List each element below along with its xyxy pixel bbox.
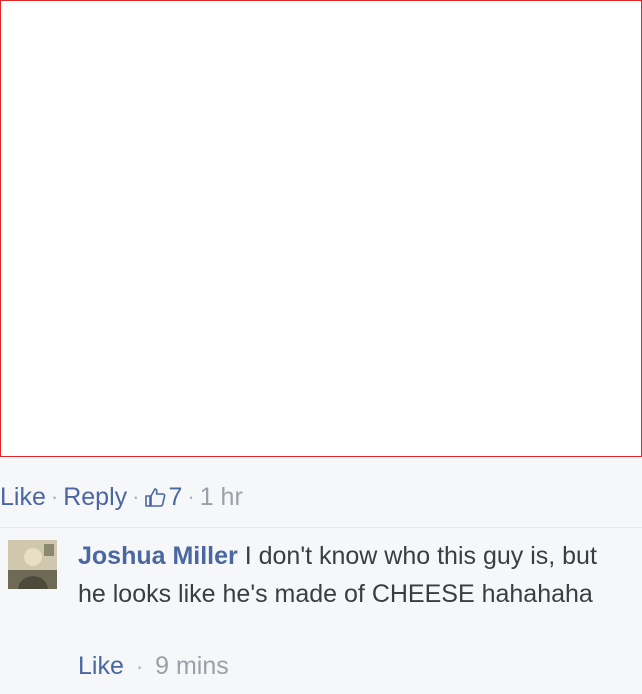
reply-author-link[interactable]: Joshua Miller [78, 542, 238, 570]
reply-actions: Like · 9 mins [78, 652, 229, 681]
separator: · [132, 484, 140, 509]
like-count-value: 7 [168, 482, 183, 511]
post-image-placeholder[interactable] [0, 0, 642, 457]
separator: · [135, 654, 144, 679]
avatar[interactable] [8, 540, 57, 589]
separator: · [187, 484, 195, 509]
comment-timestamp[interactable]: 1 hr [200, 483, 243, 512]
reply-timestamp[interactable]: 9 mins [155, 652, 229, 680]
reply-link[interactable]: Reply [63, 483, 127, 512]
thumbs-up-icon [145, 488, 166, 507]
like-count[interactable]: 7 [144, 483, 182, 512]
separator: · [50, 484, 59, 509]
comment-actions: Like · Reply · 7 · 1 hr [0, 480, 243, 514]
reply-like-link[interactable]: Like [78, 652, 124, 680]
reply-comment: Joshua Miller I don't know who this guy … [78, 537, 623, 613]
reply-divider [0, 527, 642, 528]
like-link[interactable]: Like [0, 483, 46, 512]
